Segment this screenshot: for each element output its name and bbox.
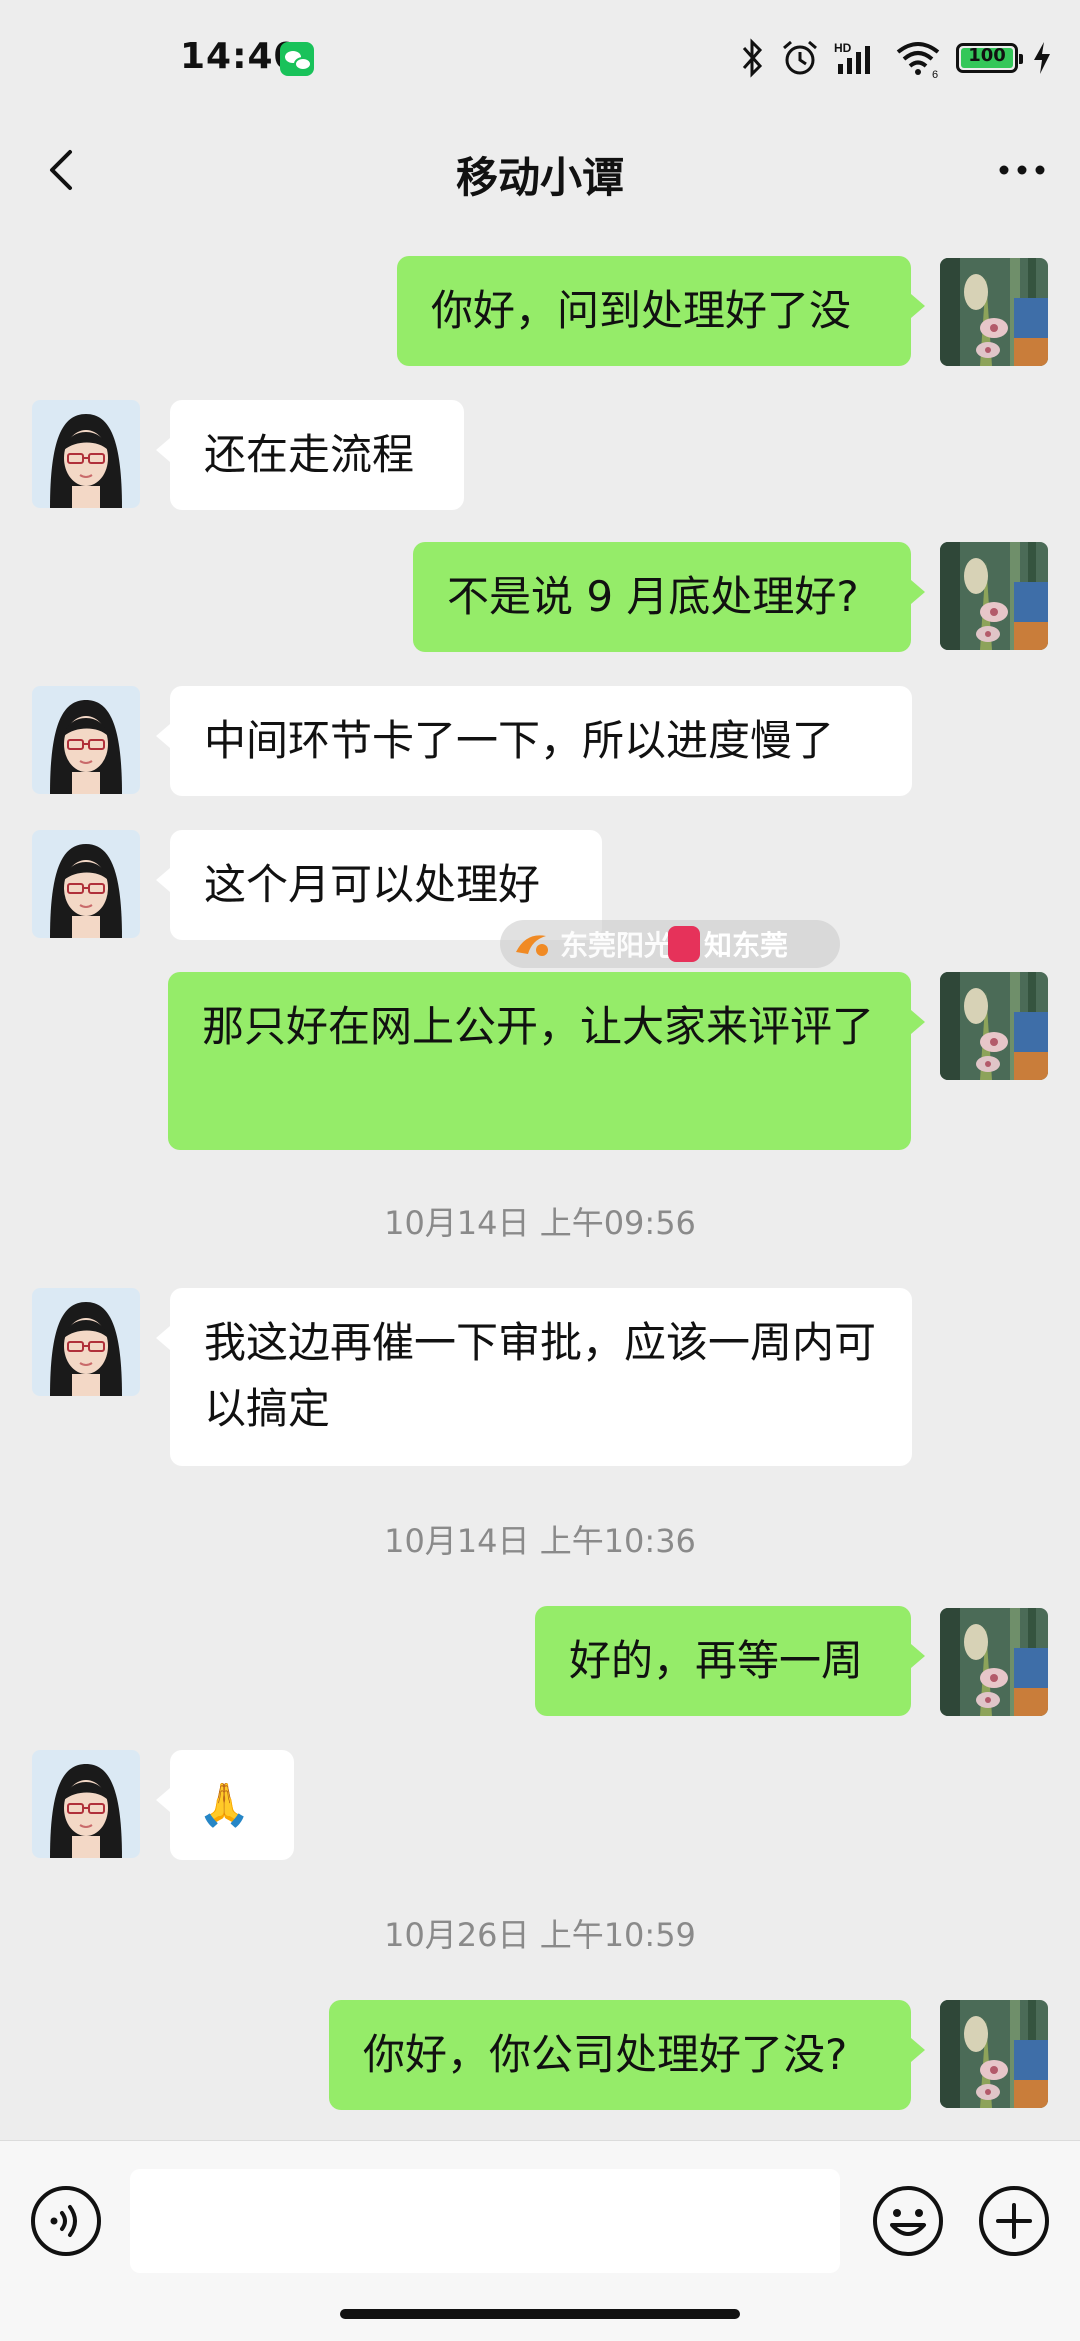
battery-level: 100 (968, 45, 1006, 66)
my-avatar[interactable] (940, 2000, 1048, 2108)
wifi-icon: 6 (896, 42, 940, 78)
contact-avatar[interactable] (32, 1288, 140, 1396)
my-avatar[interactable] (940, 542, 1048, 650)
message-outgoing[interactable]: 那只好在网上公开，让大家来评评了 (168, 972, 925, 1150)
timestamp: 10月14日 上午09:56 (384, 1204, 696, 1242)
status-bar: 14:40 HD 6 100 (0, 0, 1080, 120)
message-incoming-emoji[interactable]: 🙏 (156, 1750, 294, 1860)
watermark-text: 知东莞 (704, 929, 789, 962)
wechat-notification-icon (280, 42, 314, 76)
watermark: 东莞阳光网 知东莞 (500, 920, 840, 968)
contact-avatar[interactable] (32, 686, 140, 794)
svg-text:6: 6 (932, 69, 938, 78)
message-outgoing[interactable]: 不是说 9 月底处理好? (413, 542, 925, 652)
chat-title: 移动小谭 (455, 153, 624, 202)
my-avatar[interactable] (940, 1608, 1048, 1716)
alarm-icon (783, 40, 817, 75)
message-incoming[interactable]: 我这边再催一下审批，应该一周内可以搞定 (156, 1288, 912, 1466)
plus-icon[interactable] (976, 2183, 1052, 2259)
emoji-icon[interactable] (870, 2183, 946, 2259)
message-outgoing[interactable]: 好的，再等一周 (535, 1606, 925, 1716)
message-input[interactable] (130, 2169, 840, 2273)
charging-icon (1034, 42, 1050, 74)
timestamp: 10月14日 上午10:36 (384, 1522, 696, 1560)
chat-header: 移动小谭 (0, 120, 1080, 220)
input-bar (0, 2140, 1080, 2341)
contact-avatar[interactable] (32, 1750, 140, 1858)
voice-icon[interactable] (28, 2183, 104, 2259)
message-outgoing[interactable]: 你好，你公司处理好了没? (329, 2000, 925, 2110)
contact-avatar[interactable] (32, 400, 140, 508)
message-incoming[interactable]: 中间环节卡了一下，所以进度慢了 (156, 686, 912, 796)
message-incoming[interactable]: 还在走流程 (156, 400, 464, 510)
my-avatar[interactable] (940, 972, 1048, 1080)
app-logo-icon (668, 926, 700, 962)
sun-logo-icon (516, 935, 548, 956)
message-list[interactable]: 你好，问到处理好了没 还在走流程 不是说 9 月底处理好? 中间环节卡了一下，所… (0, 220, 1080, 2140)
bluetooth-icon (742, 38, 763, 78)
battery-icon: 100 (956, 43, 1023, 73)
signal-icon: HD (834, 41, 870, 74)
status-icons: HD 6 100 (740, 36, 1052, 80)
my-avatar[interactable] (940, 258, 1048, 366)
contact-avatar[interactable] (32, 830, 140, 938)
more-dots-icon[interactable] (990, 138, 1054, 202)
message-outgoing[interactable]: 你好，问到处理好了没 (397, 256, 925, 366)
svg-text:HD: HD (834, 41, 852, 55)
timestamp: 10月26日 上午10:59 (384, 1916, 696, 1954)
home-indicator[interactable] (340, 2309, 740, 2319)
